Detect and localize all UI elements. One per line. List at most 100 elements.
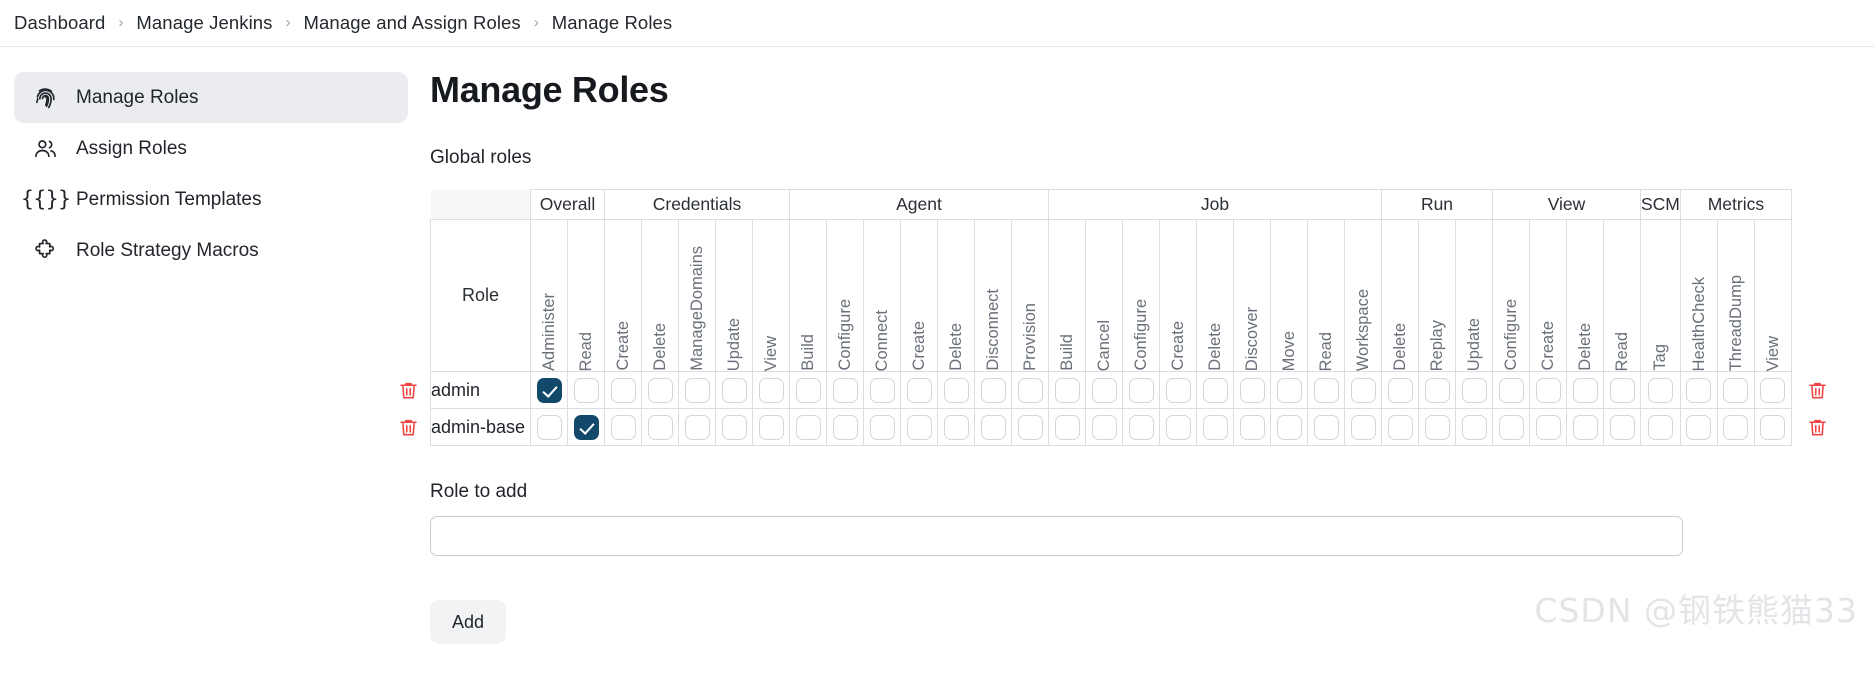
permission-column-header[interactable]: Configure: [1492, 219, 1530, 372]
permission-checkbox[interactable]: [721, 377, 747, 403]
permission-cell[interactable]: [1679, 371, 1718, 409]
permission-column-header[interactable]: HealthCheck: [1679, 219, 1718, 372]
permission-checkbox[interactable]: [1128, 377, 1154, 403]
permission-checkbox[interactable]: [1239, 414, 1265, 440]
permission-column-header[interactable]: Discover: [1233, 219, 1271, 372]
permission-checkbox[interactable]: [1498, 414, 1524, 440]
permission-column-header[interactable]: Configure: [826, 219, 864, 372]
permission-checkbox[interactable]: [943, 414, 969, 440]
permission-checkbox[interactable]: [1091, 414, 1117, 440]
permission-cell[interactable]: [1455, 408, 1493, 446]
permission-cell[interactable]: [1603, 371, 1641, 409]
permission-cell[interactable]: [1640, 371, 1681, 409]
permission-cell[interactable]: [678, 408, 716, 446]
permission-cell[interactable]: [715, 408, 753, 446]
permission-cell[interactable]: [567, 408, 605, 446]
permission-checkbox[interactable]: [1461, 377, 1487, 403]
permission-cell[interactable]: [937, 371, 975, 409]
permission-cell[interactable]: [1233, 371, 1271, 409]
permission-column-header[interactable]: Create: [900, 219, 938, 372]
permission-checkbox[interactable]: [1760, 414, 1786, 440]
permission-checkbox[interactable]: [1054, 377, 1080, 403]
permission-checkbox[interactable]: [1572, 377, 1598, 403]
permission-column-header[interactable]: Create: [604, 219, 642, 372]
permission-checkbox[interactable]: [1609, 377, 1635, 403]
breadcrumb-item-manage-and-assign-roles[interactable]: Manage and Assign Roles: [304, 12, 521, 34]
permission-checkbox[interactable]: [1572, 414, 1598, 440]
permission-checkbox[interactable]: [721, 414, 747, 440]
permission-cell[interactable]: [900, 371, 938, 409]
permission-cell[interactable]: [530, 371, 568, 409]
permission-cell[interactable]: [530, 408, 568, 446]
delete-role-button-right[interactable]: [1804, 413, 1832, 441]
role-to-add-input[interactable]: [430, 516, 1683, 556]
permission-cell[interactable]: [1492, 371, 1530, 409]
permission-checkbox[interactable]: [832, 377, 858, 403]
permission-cell[interactable]: [789, 408, 827, 446]
permission-checkbox[interactable]: [1760, 377, 1786, 403]
permission-checkbox[interactable]: [573, 414, 599, 440]
permission-cell[interactable]: [1529, 408, 1567, 446]
permission-column-header[interactable]: Read: [1603, 219, 1641, 372]
permission-checkbox[interactable]: [1424, 377, 1450, 403]
permission-column-header[interactable]: Delete: [1566, 219, 1604, 372]
permission-checkbox[interactable]: [1350, 377, 1376, 403]
permission-checkbox[interactable]: [1313, 414, 1339, 440]
permission-cell[interactable]: [1159, 408, 1197, 446]
permission-checkbox[interactable]: [869, 414, 895, 440]
permission-column-header[interactable]: Move: [1270, 219, 1308, 372]
permission-cell[interactable]: [604, 408, 642, 446]
permission-cell[interactable]: [678, 371, 716, 409]
permission-checkbox[interactable]: [1609, 414, 1635, 440]
permission-checkbox[interactable]: [1276, 414, 1302, 440]
permission-checkbox[interactable]: [1535, 377, 1561, 403]
permission-column-header[interactable]: Update: [1455, 219, 1493, 372]
permission-checkbox[interactable]: [647, 414, 673, 440]
permission-cell[interactable]: [1011, 371, 1049, 409]
permission-cell[interactable]: [1381, 371, 1419, 409]
permission-column-header[interactable]: View: [1753, 219, 1792, 372]
permission-cell[interactable]: [1455, 371, 1493, 409]
permission-checkbox[interactable]: [1054, 414, 1080, 440]
permission-cell[interactable]: [715, 371, 753, 409]
permission-checkbox[interactable]: [943, 377, 969, 403]
permission-checkbox[interactable]: [795, 377, 821, 403]
permission-column-header[interactable]: Delete: [937, 219, 975, 372]
permission-cell[interactable]: [1270, 371, 1308, 409]
permission-checkbox[interactable]: [684, 414, 710, 440]
permission-checkbox[interactable]: [1424, 414, 1450, 440]
sidebar-item-permission-templates[interactable]: {{}} Permission Templates: [14, 174, 408, 225]
permission-cell[interactable]: [789, 371, 827, 409]
permission-checkbox[interactable]: [980, 377, 1006, 403]
delete-role-button-right[interactable]: [1804, 376, 1832, 404]
permission-cell[interactable]: [1122, 371, 1160, 409]
permission-cell[interactable]: [1011, 408, 1049, 446]
permission-cell[interactable]: [1418, 408, 1456, 446]
permission-cell[interactable]: [752, 408, 790, 446]
permission-cell[interactable]: [1418, 371, 1456, 409]
permission-column-header[interactable]: Disconnect: [974, 219, 1012, 372]
permission-cell[interactable]: [1753, 408, 1792, 446]
permission-cell[interactable]: [1159, 371, 1197, 409]
permission-cell[interactable]: [1640, 408, 1681, 446]
permission-cell[interactable]: [1492, 408, 1530, 446]
breadcrumb-item-manage-jenkins[interactable]: Manage Jenkins: [136, 12, 272, 34]
permission-checkbox[interactable]: [1239, 377, 1265, 403]
permission-column-header[interactable]: Delete: [1196, 219, 1234, 372]
permission-checkbox[interactable]: [647, 377, 673, 403]
permission-cell[interactable]: [641, 371, 679, 409]
delete-role-button-left[interactable]: [394, 376, 422, 404]
permission-column-header[interactable]: Administer: [530, 219, 568, 372]
permission-column-header[interactable]: Delete: [1381, 219, 1419, 372]
permission-checkbox[interactable]: [1387, 377, 1413, 403]
permission-cell[interactable]: [1122, 408, 1160, 446]
permission-cell[interactable]: [1679, 408, 1718, 446]
permission-cell[interactable]: [1753, 371, 1792, 409]
permission-column-header[interactable]: Connect: [863, 219, 901, 372]
permission-checkbox[interactable]: [1461, 414, 1487, 440]
permission-checkbox[interactable]: [1535, 414, 1561, 440]
permission-column-header[interactable]: Build: [789, 219, 827, 372]
permission-checkbox[interactable]: [536, 414, 562, 440]
permission-checkbox[interactable]: [1647, 414, 1673, 440]
permission-cell[interactable]: [1233, 408, 1271, 446]
